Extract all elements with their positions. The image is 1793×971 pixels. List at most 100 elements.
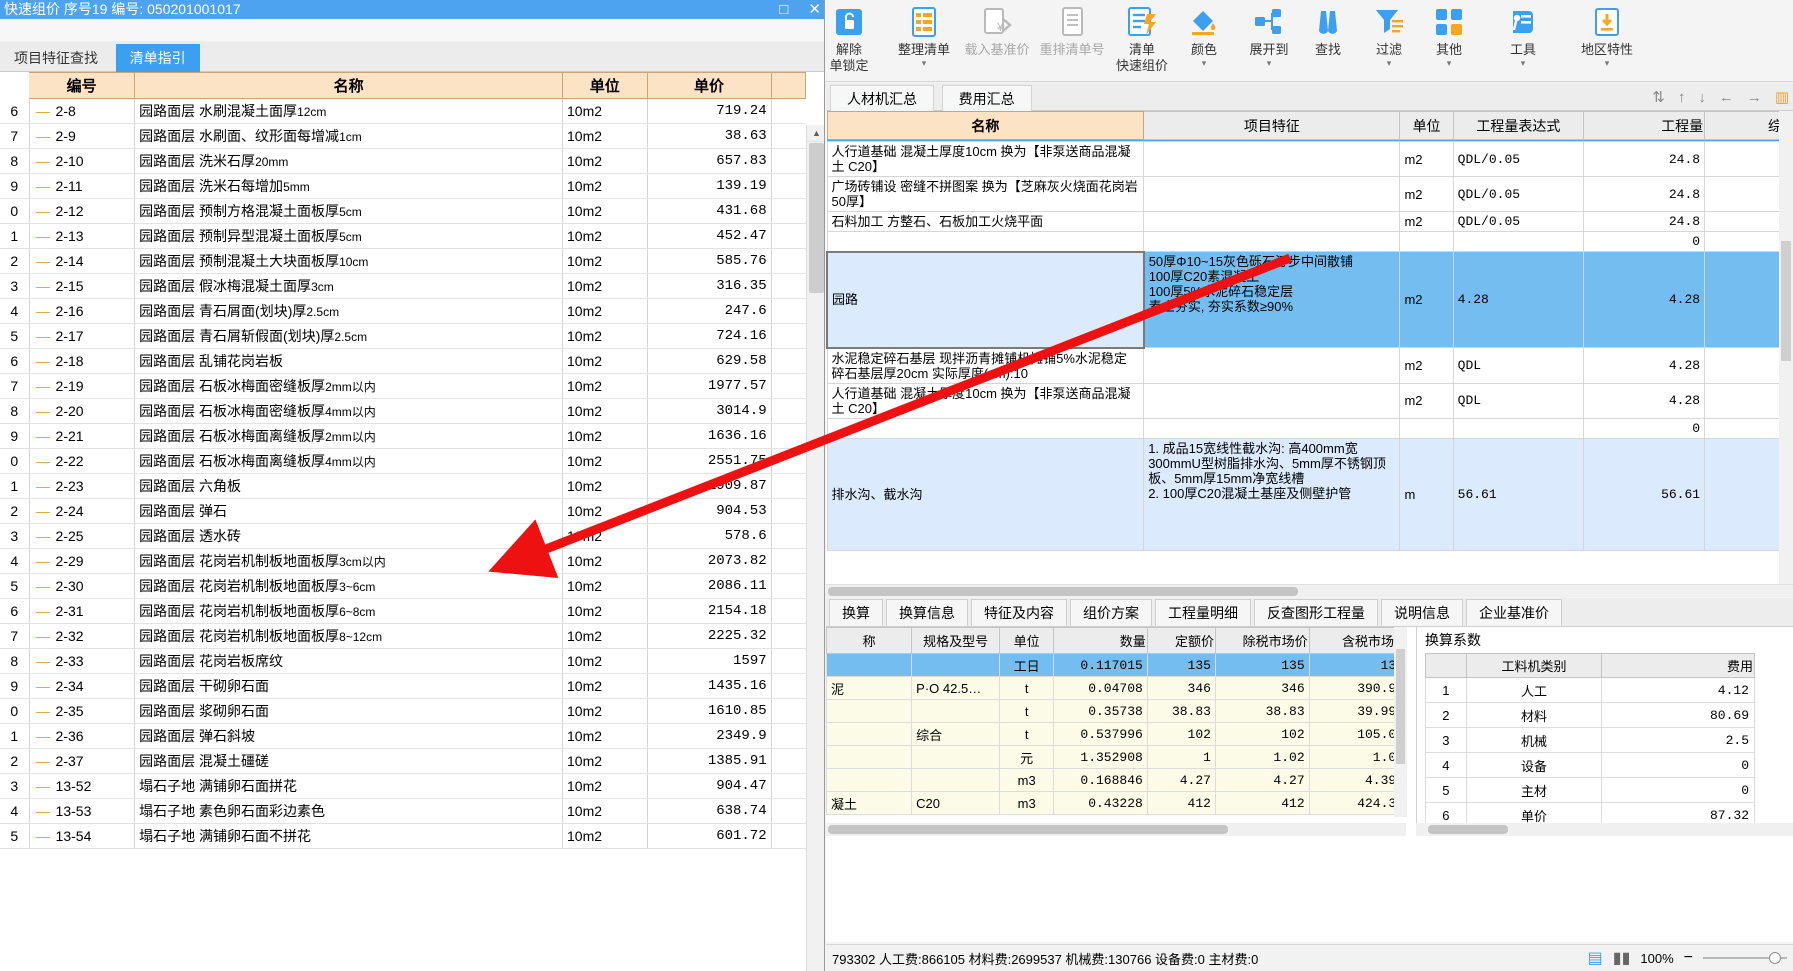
detail-tab-1[interactable]: 换算信息 [886, 599, 968, 626]
col-code-header[interactable]: 编号 [29, 72, 136, 99]
table-row[interactable]: 广场砖铺设 密缝不拼图案 换为【芝麻灰火烧面花岗岩50厚】 m2 QDL/0.05 2… [826, 176, 1793, 212]
detail-tab-2[interactable]: 特征及内容 [971, 599, 1067, 626]
table-row[interactable]: 园路 50厚Φ10~15灰色砾石汀步中间散铺 100厚C20素混凝土 100厚5%水泥… [826, 250, 1793, 349]
coef-hscrollbar[interactable] [1416, 823, 1793, 836]
scroll-thumb[interactable] [828, 587, 1298, 596]
scroll-thumb[interactable] [1781, 241, 1791, 361]
table-row[interactable]: 0 2-22 园路面层 石板冰梅面离缝板厚4mm以内 10m2 2551.75 [0, 448, 806, 474]
ribbon-button-expand-to[interactable]: 展开到 ▾ [1238, 2, 1300, 68]
detail-grid-vscrollbar[interactable] [1394, 627, 1407, 817]
table-row[interactable]: 元1.35290811.021.02 [826, 745, 1394, 769]
tab-labor-material-machine-summary[interactable]: 人材机汇总 [830, 85, 934, 111]
table-row[interactable]: 2 2-37 园路面层 混凝土礓磋 10m2 1385.91 [0, 748, 806, 774]
col-quantity-header[interactable]: 数量 [1053, 627, 1148, 654]
left-arrow-icon[interactable]: ← [1719, 89, 1734, 106]
scroll-up-icon[interactable]: ▲ [807, 125, 824, 142]
detail-tab-6[interactable]: 说明信息 [1381, 599, 1463, 626]
table-row[interactable]: 人行道基础 混凝土厚度10cm 换为【非泵送商品混凝土 C20】 m2 QDL 4.2… [826, 382, 1793, 419]
col-quota-price-header[interactable]: 定额价 [1146, 627, 1216, 654]
ribbon-button-color-fill[interactable]: 颜色 ▾ [1176, 2, 1232, 68]
table-row[interactable]: 9 2-34 园路面层 干砌卵石面 10m2 1435.16 [0, 673, 806, 699]
detail-tab-5[interactable]: 反查图形工程量 [1254, 599, 1378, 626]
detail-tab-3[interactable]: 组价方案 [1070, 599, 1152, 626]
sort-icon[interactable]: ⇅ [1652, 88, 1665, 106]
table-row[interactable]: 9 2-11 园路面层 洗米石每增加5mm 10m2 139.19 [0, 173, 806, 199]
table-row[interactable]: 石料加工 方整石、石板加工火烧平面m2QDL/0.0524.89. [826, 211, 1793, 232]
table-row[interactable]: 4 2-29 园路面层 花岗岩机制板地面板厚3cm以内 10m2 2073.82 [0, 548, 806, 574]
table-row[interactable]: 0 2-12 园路面层 预制方格混凝土面板厚5cm 10m2 431.68 [0, 198, 806, 224]
col-extax-market-price-header[interactable]: 除税市场价 [1214, 627, 1310, 654]
maximize-icon[interactable]: □ [779, 1, 788, 18]
col-unit-header[interactable]: 单位 [999, 627, 1055, 654]
chevron-down-icon[interactable]: ▾ [886, 58, 962, 68]
table-row[interactable]: 泥P·O 42.5…t0.04708346346390.98 [826, 676, 1394, 700]
bill-grid-hscrollbar[interactable] [826, 584, 1793, 597]
table-row[interactable]: 工日0.117015135135135 [826, 653, 1394, 677]
table-row[interactable]: t0.3573838.8338.8339.995 [826, 699, 1394, 723]
vertical-split-icon[interactable]: ▮▮ [1613, 948, 1631, 968]
detail-tab-7[interactable]: 企业基准价 [1466, 599, 1562, 626]
chevron-down-icon[interactable]: ▾ [1238, 58, 1300, 68]
table-row[interactable]: m30.1688464.274.274.398 [826, 768, 1394, 792]
col-name-header[interactable]: 称 [826, 627, 913, 654]
table-row[interactable]: 5 主材 0 [1425, 777, 1755, 803]
table-row[interactable]: 排水沟、截水沟 1. 成品15宽线性截水沟: 高400mm宽300mmU型树脂排水… [826, 437, 1793, 551]
table-row[interactable]: 8 2-10 园路面层 洗米石厚20mm 10m2 657.83 [0, 148, 806, 174]
table-row[interactable]: 水泥稳定碎石基层 现拌沥青摊铺机摊铺5%水泥稳定碎石基层厚20cm 实际厚度(c… [826, 347, 1793, 384]
table-row[interactable]: 3 2-25 园路面层 透水砖 10m2 578.6 [0, 523, 806, 549]
table-row[interactable]: 3 13-52 塌石子地 满铺卵石面拼花 10m2 904.47 [0, 773, 806, 799]
chevron-down-icon[interactable]: ▾ [1176, 58, 1232, 68]
table-row[interactable]: 6 2-18 园路面层 乱铺花岗岩板 10m2 629.58 [0, 348, 806, 374]
ribbon-button-grid-other[interactable]: 其他 ▾ [1422, 2, 1476, 68]
bill-grid-vscrollbar[interactable] [1779, 111, 1793, 584]
table-row[interactable]: 4 设备 0 [1425, 752, 1755, 778]
table-row[interactable]: 7 2-9 园路面层 水刷面、纹形面每增减1cm 10m2 38.63 [0, 123, 806, 149]
tab-fee-summary[interactable]: 费用汇总 [941, 85, 1032, 111]
tab-project-feature-search[interactable]: 项目特征查找 [0, 44, 112, 72]
scroll-thumb[interactable] [828, 825, 1228, 834]
ribbon-button-unlock[interactable]: 解除 单锁定 [818, 2, 880, 74]
col-expression-header[interactable]: 工程量表达式 [1452, 111, 1585, 140]
col-price-header[interactable]: 单价 [647, 72, 772, 99]
table-row[interactable]: 2 材料 80.69 [1425, 702, 1755, 728]
table-row[interactable]: 4 2-16 园路面层 青石屑面(划块)厚2.5cm 10m2 247.6 [0, 298, 806, 324]
table-row[interactable]: 2 2-24 园路面层 弹石 10m2 904.53 [0, 498, 806, 524]
settings-icon[interactable]: ▥ [1775, 88, 1789, 106]
col-unit-header[interactable]: 单位 [1399, 111, 1454, 140]
col-fee-header[interactable]: 费用 [1601, 653, 1755, 678]
col-category-header[interactable]: 工料机类别 [1465, 653, 1603, 678]
scroll-thumb[interactable] [1396, 649, 1405, 764]
table-row[interactable]: 2 2-14 园路面层 预制混凝土大块面板厚10cm 10m2 585.76 [0, 248, 806, 274]
table-row[interactable]: 8 2-20 园路面层 石板冰梅面密缝板厚4mm以内 10m2 3014.9 [0, 398, 806, 424]
ribbon-button-tools[interactable]: 工具 ▾ [1492, 2, 1554, 68]
table-row[interactable]: 7 2-32 园路面层 花岗岩机制板地面板厚8~12cm 10m2 2225.32 [0, 623, 806, 649]
ribbon-button-region-feature[interactable]: 地区特性 ▾ [1568, 2, 1646, 68]
scroll-thumb[interactable] [1428, 825, 1508, 834]
table-row[interactable]: 0 2-35 园路面层 浆砌卵石面 10m2 1610.85 [0, 698, 806, 724]
table-row[interactable]: 0 [826, 231, 1793, 252]
table-row[interactable]: 3 机械 2.5 [1425, 727, 1755, 753]
ribbon-button-list-organize[interactable]: 整理清单 ▾ [886, 2, 962, 68]
col-feature-header[interactable]: 项目特征 [1143, 111, 1401, 140]
ribbon-button-quick-price[interactable]: 清单 快速组价 [1106, 2, 1178, 74]
tab-list-guide[interactable]: 清单指引 [115, 44, 200, 72]
ribbon-button-filter[interactable]: 过滤 ▾ [1362, 2, 1416, 68]
table-row[interactable]: 7 2-19 园路面层 石板冰梅面密缝板厚2mm以内 10m2 1977.57 [0, 373, 806, 399]
col-intax-market-price-header[interactable]: 含税市场价 [1308, 627, 1394, 654]
chevron-down-icon[interactable]: ▾ [1568, 58, 1646, 68]
ribbon-button-binoculars[interactable]: 查找 [1302, 2, 1354, 58]
table-row[interactable]: 9 2-21 园路面层 石板冰梅面离缝板厚2mm以内 10m2 1636.16 [0, 423, 806, 449]
table-row[interactable]: 8 2-33 园路面层 花岗岩板席纹 10m2 1597 [0, 648, 806, 674]
table-row[interactable]: 1 人工 4.12 [1425, 677, 1755, 703]
table-row[interactable]: 6 2-8 园路面层 水刷混凝土面厚12cm 10m2 719.24 [0, 98, 806, 124]
zoom-slider[interactable] [1703, 952, 1787, 964]
col-quantity-header[interactable]: 工程量 [1583, 111, 1706, 140]
up-arrow-icon[interactable]: ↑ [1678, 89, 1686, 106]
table-row[interactable]: 5 2-30 园路面层 花岗岩机制板地面板厚3~6cm 10m2 2086.11 [0, 573, 806, 599]
chevron-down-icon[interactable]: ▾ [1422, 58, 1476, 68]
table-row[interactable]: 5 13-54 塌石子地 满铺卵石面不拼花 10m2 601.72 [0, 823, 806, 849]
col-spec-header[interactable]: 规格及型号 [911, 627, 1001, 654]
table-row[interactable]: 4 13-53 塌石子地 素色卵石面彩边素色 10m2 638.74 [0, 798, 806, 824]
guide-grid[interactable]: 编号 名称 单位 单价 6 2-8 园路面层 水刷混凝土面厚12cm 10m2 719.… [0, 72, 806, 971]
zoom-out-button[interactable]: − [1684, 949, 1693, 967]
